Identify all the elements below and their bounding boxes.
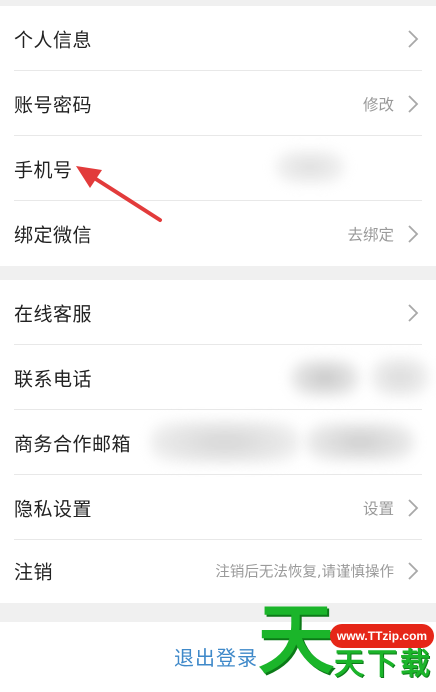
personal-info-row[interactable]: 个人信息 [0, 6, 436, 71]
business-email-label: 商务合作邮箱 [14, 433, 132, 455]
watermark-logo: 天 [258, 595, 334, 684]
account-password-row[interactable]: 账号密码 修改 [0, 71, 436, 136]
cancel-account-row[interactable]: 注销 注销后无法恢复,请谨慎操作 [0, 538, 436, 603]
privacy-settings-label: 隐私设置 [14, 498, 93, 520]
redacted-contact-phone-2 [370, 357, 430, 397]
business-email-row[interactable]: 商务合作邮箱 [0, 410, 436, 475]
chevron-right-icon [408, 498, 419, 517]
redacted-business-email-2 [305, 422, 415, 462]
chevron-right-icon [408, 303, 419, 322]
watermark-url: www.TTzip.com [330, 624, 434, 648]
modify-link[interactable]: 修改 [363, 93, 394, 115]
chevron-right-icon [408, 29, 419, 48]
account-password-label: 账号密码 [14, 94, 93, 116]
personal-info-label: 个人信息 [14, 29, 93, 51]
redacted-contact-phone [290, 359, 360, 397]
cancel-account-warning: 注销后无法恢复,请谨慎操作 [215, 564, 394, 580]
logout-button[interactable]: 退出登录 [174, 642, 258, 671]
bind-wechat-row[interactable]: 绑定微信 去绑定 [0, 201, 436, 266]
redacted-business-email [150, 420, 300, 464]
account-settings-group: 个人信息 账号密码 修改 手机号 绑定微信 去绑定 [0, 6, 436, 266]
redacted-phone-number [275, 150, 345, 184]
phone-number-row[interactable]: 手机号 [0, 136, 436, 201]
privacy-settings-row[interactable]: 隐私设置 设置 [0, 475, 436, 540]
chevron-right-icon [408, 94, 419, 113]
online-service-label: 在线客服 [14, 303, 93, 325]
contact-phone-row[interactable]: 联系电话 [0, 345, 436, 410]
chevron-right-icon [408, 224, 419, 243]
watermark-text: 天下载 [334, 647, 433, 682]
online-service-row[interactable]: 在线客服 [0, 280, 436, 345]
phone-number-label: 手机号 [14, 159, 73, 181]
privacy-settings-link[interactable]: 设置 [363, 497, 394, 519]
contact-phone-label: 联系电话 [14, 368, 93, 390]
annotation-arrow-icon [76, 166, 162, 222]
bind-wechat-link[interactable]: 去绑定 [347, 223, 394, 245]
cancel-account-label: 注销 [14, 561, 54, 583]
service-settings-group: 在线客服 联系电话 商务合作邮箱 隐私设置 设置 注销 注销后无法恢复,请谨慎操… [0, 280, 436, 603]
chevron-right-icon [408, 561, 419, 580]
